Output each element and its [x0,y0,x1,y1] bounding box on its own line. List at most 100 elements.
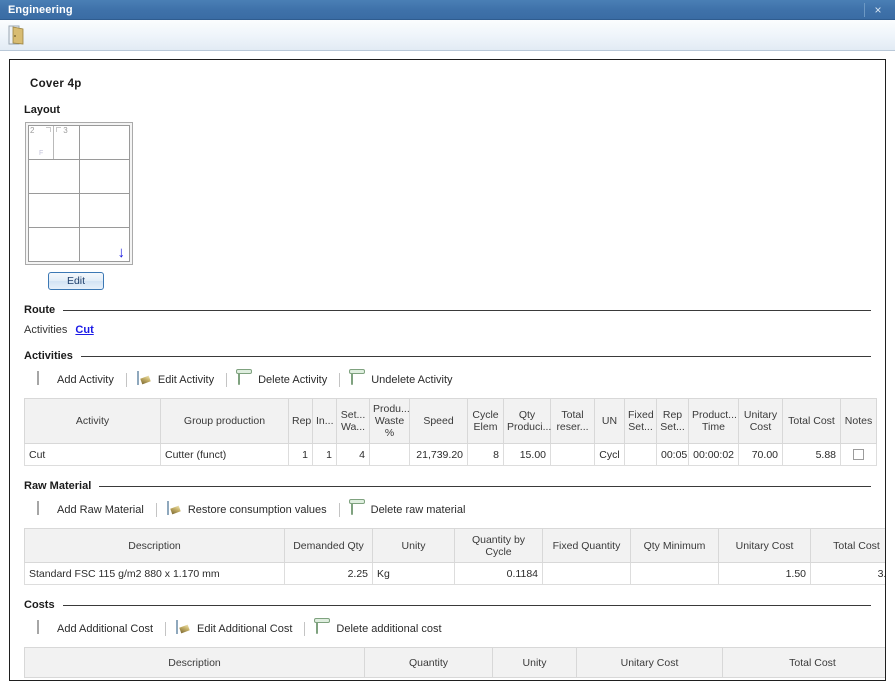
col-notes[interactable]: Notes [840,397,877,445]
edit-activity-button[interactable]: Edit Activity [135,370,224,390]
col-qty-production[interactable]: Qty Produci... [503,397,551,445]
col-rm-qty-minimum[interactable]: Qty Minimum [630,528,719,564]
col-in[interactable]: In... [312,397,337,445]
col-cost-unity[interactable]: Unity [492,647,577,679]
col-cost-quantity[interactable]: Quantity [364,647,493,679]
col-cost-total-cost[interactable]: Total Cost [722,647,885,679]
activities-table: Activity Group production Rep In... Set.… [24,397,877,467]
col-cost-description[interactable]: Description [24,647,365,679]
col-group-production[interactable]: Group production [160,397,289,445]
edit-additional-cost-button[interactable]: Edit Additional Cost [174,619,302,639]
raw-material-section-label: Raw Material [24,480,92,493]
toolbar-divider [304,622,306,637]
col-total-reserve[interactable]: Total reser... [550,397,595,445]
col-rm-quantity-by-cycle[interactable]: Quantity by Cycle [454,528,543,564]
add-additional-cost-label: Add Additional Cost [57,623,154,636]
route-section-label: Route [24,304,56,316]
layout-cell-8[interactable]: ↓ [79,228,129,261]
col-rm-description[interactable]: Description [24,528,285,564]
cell-activity: Cut [24,443,161,467]
col-production-time[interactable]: Product... Time [688,397,739,445]
cell-rm-description: Standard FSC 115 g/m2 880 x 1.170 mm [24,562,285,586]
col-production-waste-pct[interactable]: Produ... Waste % [369,397,410,445]
col-activity[interactable]: Activity [24,397,161,445]
layout-cell-2[interactable] [79,126,129,159]
table-row[interactable]: Standard FSC 115 g/m2 880 x 1.170 mm 2.2… [24,562,885,586]
col-rm-total-cost[interactable]: Total Cost [810,528,885,564]
exit-door-icon[interactable] [8,25,26,45]
cell-rm-qty-minimum [630,562,719,586]
close-icon[interactable]: × [867,0,889,20]
col-rm-unitary-cost[interactable]: Unitary Cost [718,528,811,564]
restore-consumption-values-button[interactable]: Restore consumption values [165,500,337,520]
col-cost-unitary-cost[interactable]: Unitary Cost [576,647,723,679]
layout-cell-3[interactable] [29,160,79,193]
delete-activity-button[interactable]: Delete Activity [235,370,337,390]
layout-preview[interactable]: 2 F 3 ↓ [25,122,133,265]
toolbar-divider [155,503,157,518]
layout-subcell-right: 3 [54,126,79,159]
cell-total-reserve [550,443,595,467]
cell-rm-fixed-quantity [542,562,631,586]
col-speed[interactable]: Speed [409,397,468,445]
layout-page-number: 2 [30,126,35,135]
toolbar-divider [339,373,341,387]
col-fixed-setup[interactable]: Fixed Set... [624,397,657,445]
layout-cell-1[interactable]: 2 F 3 [29,126,79,159]
col-cycle-elem[interactable]: Cycle Elem [467,397,504,445]
add-activity-button[interactable]: Add Activity [34,370,124,390]
cell-rm-unitary-cost: 1.50 [718,562,811,586]
activities-table-wrap: Activity Group production Rep In... Set.… [24,397,877,467]
col-unitary-cost[interactable]: Unitary Cost [738,397,783,445]
col-rm-unity[interactable]: Unity [372,528,455,564]
col-total-cost[interactable]: Total Cost [782,397,841,445]
crop-mark-icon [46,127,52,132]
delete-additional-cost-button[interactable]: Delete additional cost [313,619,451,639]
cell-cycle-elem: 8 [467,443,504,467]
notes-checkbox[interactable] [853,449,864,461]
layout-cell-5[interactable] [29,194,79,227]
document-title: Cover 4p [30,78,82,90]
fold-mark-label: F [38,150,44,157]
route-activity-link-cut[interactable]: Cut [75,324,93,336]
raw-material-table-wrap: Description Demanded Qty Unity Quantity … [24,528,885,586]
costs-actionbar: Add Additional Cost Edit Additional Cost… [34,619,871,639]
edit-activity-label: Edit Activity [157,374,215,386]
col-rm-fixed-quantity[interactable]: Fixed Quantity [542,528,631,564]
table-row[interactable]: Cut Cutter (funct) 1 1 4 21,739.20 8 15.… [24,443,877,467]
page-title: Engineering [8,3,73,16]
layout-cell-7[interactable] [29,228,79,261]
col-rep[interactable]: Rep [288,397,313,445]
undelete-activity-button[interactable]: Undelete Activity [348,370,462,390]
cell-rm-quantity-by-cycle: 0.1184 [454,562,543,586]
edit-icon [136,371,152,388]
trash-icon [350,501,365,518]
delete-raw-material-label: Delete raw material [370,504,466,517]
col-un[interactable]: UN [594,397,625,445]
crop-mark-icon [56,127,62,132]
col-rm-demanded-qty[interactable]: Demanded Qty [284,528,373,564]
edit-icon [176,620,191,637]
undelete-activity-label: Undelete Activity [371,374,453,386]
page-icon [36,371,51,388]
edit-icon [166,501,182,518]
add-raw-material-button[interactable]: Add Raw Material [34,500,154,520]
costs-section-label: Costs [24,599,55,612]
cell-speed: 21,739.20 [409,443,468,467]
engineering-panel: Cover 4p Layout 2 F 3 ↓ Edit Route Activ… [9,59,886,681]
edit-layout-button[interactable]: Edit [48,272,104,290]
cell-rm-total-cost: 3.37 [810,562,885,586]
layout-cell-6[interactable] [79,194,129,227]
activities-header-row: Activity Group production Rep In... Set.… [24,397,877,445]
add-additional-cost-button[interactable]: Add Additional Cost [34,619,163,639]
layout-cell-4[interactable] [79,160,129,193]
raw-material-actionbar: Add Raw Material Restore consumption val… [34,500,871,520]
door-icon-svg [8,25,24,45]
col-rep-setup[interactable]: Rep Set... [656,397,689,445]
cell-total-cost: 5.88 [782,443,841,467]
col-set-waste[interactable]: Set... Wa... [336,397,370,445]
layout-grid: 2 F 3 ↓ [28,125,130,262]
direction-arrow-icon: ↓ [117,244,126,261]
delete-raw-material-button[interactable]: Delete raw material [348,500,476,520]
activities-actionbar: Add Activity Edit Activity Delete Activi… [34,370,871,390]
